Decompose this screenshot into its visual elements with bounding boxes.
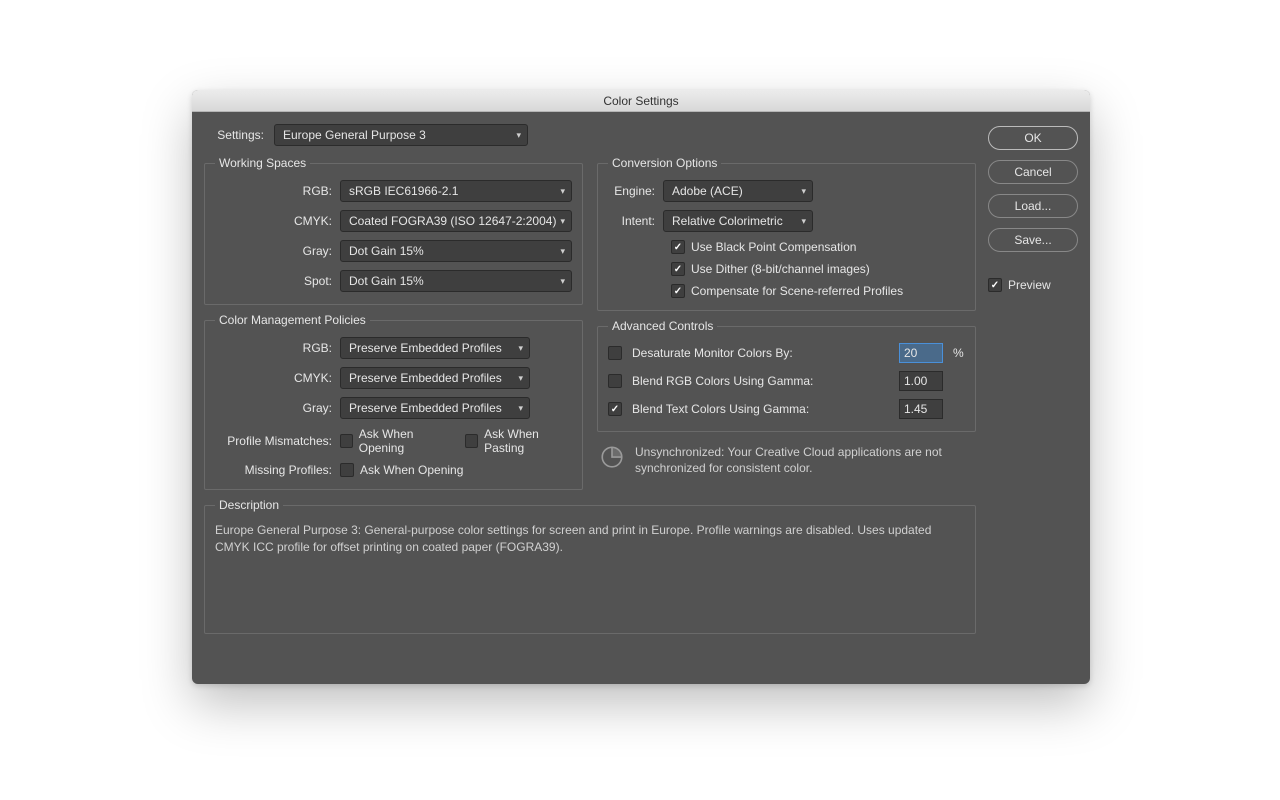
- policies-group: Color Management Policies RGB: Preserve …: [204, 313, 583, 490]
- pol-cmyk-select[interactable]: Preserve Embedded Profiles▾: [340, 367, 530, 389]
- ws-rgb-label: RGB:: [215, 184, 340, 198]
- ws-gray-select[interactable]: Dot Gain 15%▾: [340, 240, 572, 262]
- desat-input[interactable]: [899, 343, 943, 363]
- scene-label: Compensate for Scene-referred Profiles: [691, 284, 903, 298]
- pol-mismatch-label: Profile Mismatches:: [215, 434, 340, 448]
- chevron-down-icon: ▾: [516, 130, 521, 141]
- chevron-down-icon: ▾: [560, 246, 565, 257]
- desat-label: Desaturate Monitor Colors By:: [632, 346, 889, 360]
- titlebar: Color Settings: [192, 90, 1090, 112]
- mismatch-paste-label: Ask When Pasting: [484, 427, 572, 455]
- description-text: Europe General Purpose 3: General-purpos…: [215, 522, 965, 557]
- pol-rgb-select[interactable]: Preserve Embedded Profiles▾: [340, 337, 530, 359]
- description-legend: Description: [215, 498, 283, 512]
- scene-checkbox[interactable]: [671, 284, 685, 298]
- mismatch-open-label: Ask When Opening: [359, 427, 452, 455]
- advanced-group: Advanced Controls Desaturate Monitor Col…: [597, 319, 976, 432]
- load-button[interactable]: Load...: [988, 194, 1078, 218]
- settings-label: Settings:: [212, 128, 264, 142]
- ws-gray-label: Gray:: [215, 244, 340, 258]
- pol-gray-label: Gray:: [215, 401, 340, 415]
- save-button[interactable]: Save...: [988, 228, 1078, 252]
- dither-checkbox[interactable]: [671, 262, 685, 276]
- blend-text-input[interactable]: [899, 399, 943, 419]
- cancel-button[interactable]: Cancel: [988, 160, 1078, 184]
- chevron-down-icon: ▾: [518, 373, 523, 384]
- bpc-checkbox[interactable]: [671, 240, 685, 254]
- conv-intent-select[interactable]: Relative Colorimetric▾: [663, 210, 813, 232]
- blend-rgb-input[interactable]: [899, 371, 943, 391]
- missing-open-label: Ask When Opening: [360, 463, 463, 477]
- conv-intent-label: Intent:: [608, 214, 663, 228]
- conversion-legend: Conversion Options: [608, 156, 721, 170]
- pol-gray-select[interactable]: Preserve Embedded Profiles▾: [340, 397, 530, 419]
- pol-missing-label: Missing Profiles:: [215, 463, 340, 477]
- chevron-down-icon: ▾: [801, 186, 806, 197]
- chevron-down-icon: ▾: [560, 186, 565, 197]
- ws-spot-label: Spot:: [215, 274, 340, 288]
- conversion-group: Conversion Options Engine: Adobe (ACE)▾ …: [597, 156, 976, 311]
- dither-label: Use Dither (8-bit/channel images): [691, 262, 870, 276]
- missing-open-checkbox[interactable]: [340, 463, 354, 477]
- preview-checkbox[interactable]: [988, 278, 1002, 292]
- blend-text-label: Blend Text Colors Using Gamma:: [632, 402, 889, 416]
- ws-cmyk-label: CMYK:: [215, 214, 340, 228]
- policies-legend: Color Management Policies: [215, 313, 370, 327]
- chevron-down-icon: ▾: [518, 343, 523, 354]
- blend-text-checkbox[interactable]: [608, 402, 622, 416]
- color-settings-dialog: Color Settings Settings: Europe General …: [192, 90, 1090, 684]
- chevron-down-icon: ▾: [801, 216, 806, 227]
- dialog-title: Color Settings: [603, 94, 678, 108]
- blend-rgb-label: Blend RGB Colors Using Gamma:: [632, 374, 889, 388]
- ws-cmyk-select[interactable]: Coated FOGRA39 (ISO 12647-2:2004)▾: [340, 210, 572, 232]
- description-group: Description Europe General Purpose 3: Ge…: [204, 498, 976, 634]
- bpc-label: Use Black Point Compensation: [691, 240, 856, 254]
- working-spaces-group: Working Spaces RGB: sRGB IEC61966-2.1▾ C…: [204, 156, 583, 305]
- settings-select[interactable]: Europe General Purpose 3 ▾: [274, 124, 528, 146]
- settings-value: Europe General Purpose 3: [283, 128, 426, 142]
- sync-status: Unsynchronized: Your Creative Cloud appl…: [597, 440, 976, 476]
- unsynchronized-icon: [599, 444, 625, 470]
- chevron-down-icon: ▾: [560, 216, 565, 227]
- pol-cmyk-label: CMYK:: [215, 371, 340, 385]
- chevron-down-icon: ▾: [518, 403, 523, 414]
- mismatch-paste-checkbox[interactable]: [465, 434, 478, 448]
- conv-engine-label: Engine:: [608, 184, 663, 198]
- conv-engine-select[interactable]: Adobe (ACE)▾: [663, 180, 813, 202]
- desat-unit: %: [953, 346, 965, 360]
- sync-text: Unsynchronized: Your Creative Cloud appl…: [635, 444, 974, 476]
- blend-rgb-checkbox[interactable]: [608, 374, 622, 388]
- preview-label: Preview: [1008, 278, 1051, 292]
- advanced-legend: Advanced Controls: [608, 319, 717, 333]
- ws-rgb-select[interactable]: sRGB IEC61966-2.1▾: [340, 180, 572, 202]
- ws-spot-select[interactable]: Dot Gain 15%▾: [340, 270, 572, 292]
- desat-checkbox[interactable]: [608, 346, 622, 360]
- ok-button[interactable]: OK: [988, 126, 1078, 150]
- chevron-down-icon: ▾: [560, 276, 565, 287]
- mismatch-open-checkbox[interactable]: [340, 434, 353, 448]
- working-spaces-legend: Working Spaces: [215, 156, 310, 170]
- pol-rgb-label: RGB:: [215, 341, 340, 355]
